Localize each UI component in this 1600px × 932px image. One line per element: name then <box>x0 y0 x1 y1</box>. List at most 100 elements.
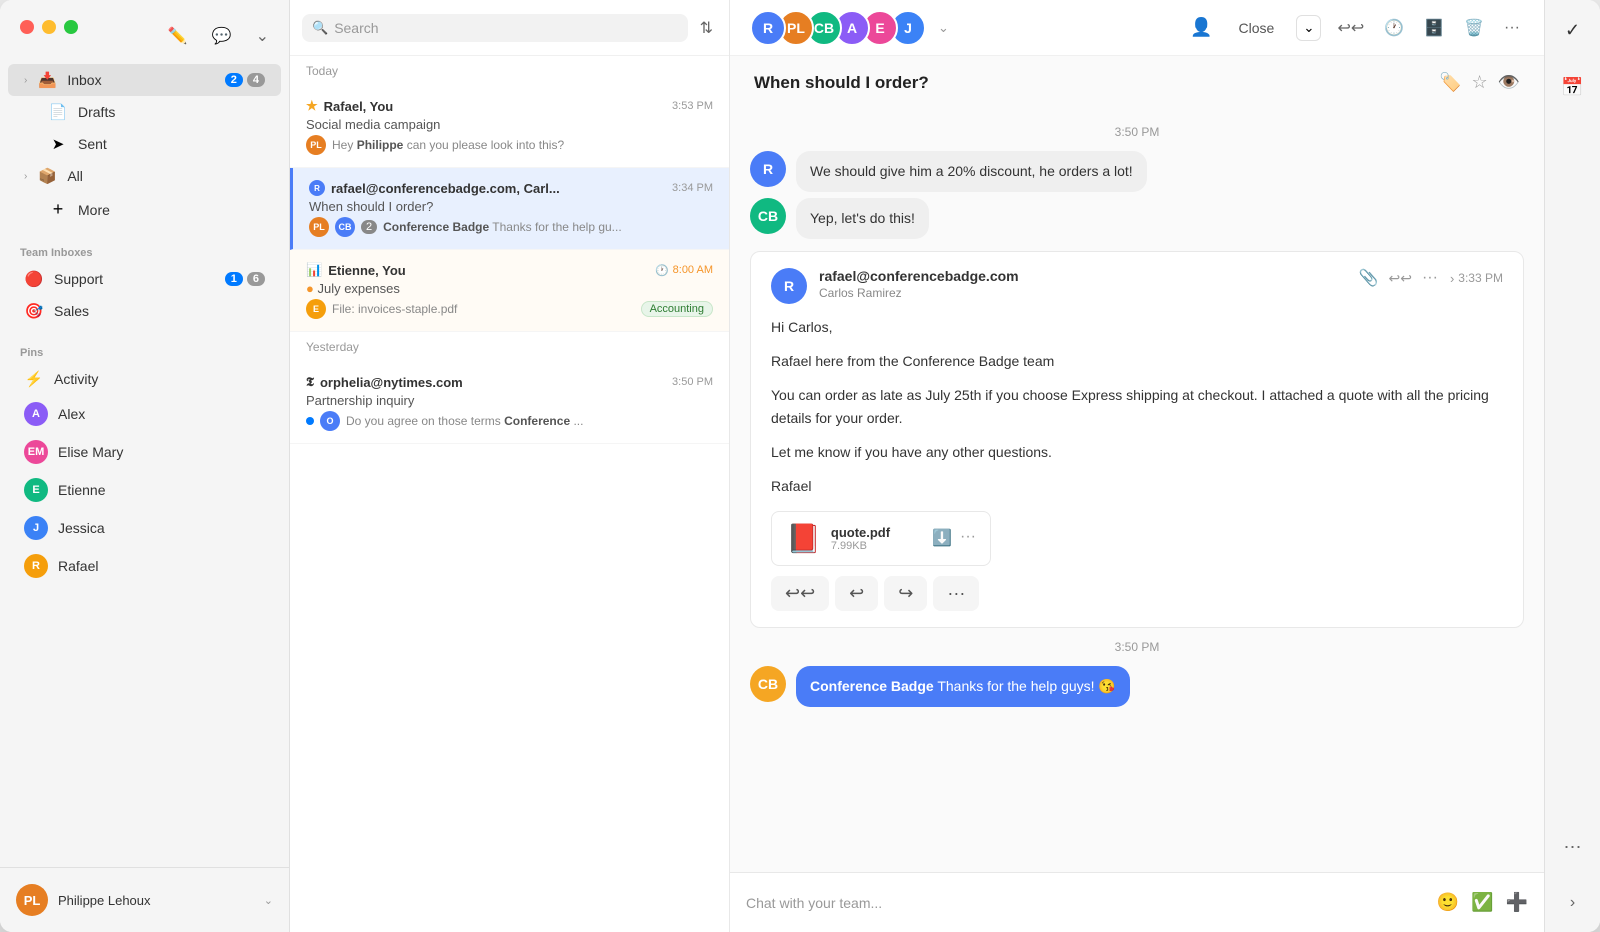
conv-item-conference[interactable]: R rafael@conferencebadge.com, Carl... 3:… <box>290 168 729 250</box>
thread-subject-bar: When should I order? 🏷️ ☆ 👁️ <box>730 56 1544 93</box>
participant-avatar-0: R <box>750 10 786 46</box>
etienne-avatar: E <box>24 478 48 502</box>
preview-text: Hey Philippe can you please look into th… <box>332 138 564 152</box>
collapse-icon[interactable]: › <box>1562 886 1583 920</box>
thread-subject: When should I order? <box>754 73 1429 93</box>
label-icon[interactable]: 🏷️ <box>1439 72 1461 93</box>
conv-subject: When should I order? <box>309 199 713 214</box>
chat-input[interactable]: Chat with your team... <box>746 895 1425 911</box>
archive-icon[interactable]: 🗄️ <box>1420 14 1448 42</box>
reply-all-button[interactable]: ↩↩ <box>771 576 829 611</box>
attachment[interactable]: 📕 quote.pdf 7.99KB ⬇️ ··· <box>771 511 991 566</box>
pin-label-activity: Activity <box>54 371 265 387</box>
support-badge-blue: 1 <box>225 272 243 286</box>
chat-icon[interactable]: 💬 <box>208 22 236 50</box>
check-circle-icon[interactable]: ✅ <box>1471 892 1493 913</box>
search-icon: 🔍 <box>312 20 328 36</box>
email-avatar: R <box>771 268 807 304</box>
conv-preview: E File: invoices-staple.pdf Accounting <box>306 299 713 319</box>
conv-item-etienne[interactable]: 📊 Etienne, You 🕐 8:00 AM ● July expenses… <box>290 250 729 332</box>
email-line-4: Let me know if you have any other questi… <box>771 441 1503 465</box>
email-more-icon[interactable]: ··· <box>1422 269 1438 287</box>
conv-preview: O Do you agree on those terms Conference… <box>306 411 713 431</box>
conv-from-label: Rafael, You <box>324 99 394 114</box>
conv-item-rafael[interactable]: ★ Rafael, You 3:53 PM Social media campa… <box>290 86 729 168</box>
conv-subject: Social media campaign <box>306 117 713 132</box>
traffic-light-yellow[interactable] <box>42 20 56 34</box>
close-button[interactable]: Close <box>1228 16 1284 40</box>
main-content: RPLCBAEJ ⌄ 👤 Close ⌄ ↩↩ 🕐 🗄️ 🗑️ ··· When… <box>730 0 1544 932</box>
traffic-light-green[interactable] <box>64 20 78 34</box>
reply-all-small-icon[interactable]: ↩↩ <box>1389 270 1412 287</box>
download-icon[interactable]: ⬇️ <box>932 528 952 548</box>
reply-all-icon[interactable]: ↩↩ <box>1333 14 1368 42</box>
email-line-2: Rafael here from the Conference Badge te… <box>771 350 1503 374</box>
sidebar-item-sent[interactable]: ➤ Sent <box>8 128 281 160</box>
sidebar-item-activity[interactable]: ⚡ Activity <box>8 363 281 395</box>
sales-icon: 🎯 <box>24 302 44 320</box>
trash-icon[interactable]: 🗑️ <box>1460 14 1488 42</box>
star-icon[interactable]: ☆ <box>1471 72 1487 93</box>
more-dots-icon[interactable]: ⋯ <box>1556 829 1590 866</box>
chevron-down-icon[interactable]: ⌄ <box>252 22 273 50</box>
conf-badge-name: Conference Badge <box>810 678 934 694</box>
preview-avatar-1: PL <box>309 217 329 237</box>
conv-time: 3:53 PM <box>672 100 713 112</box>
reply-button[interactable]: ↩ <box>835 576 878 611</box>
emoji-icon[interactable]: 🙂 <box>1437 892 1459 913</box>
sidebar-item-jessica[interactable]: J Jessica <box>8 509 281 547</box>
user-profile[interactable]: PL Philippe Lehoux ⌄ <box>0 867 289 932</box>
user-avatar: PL <box>16 884 48 916</box>
preview-text: Do you agree on those terms Conference .… <box>346 414 583 428</box>
check-icon[interactable]: ✓ <box>1557 12 1588 49</box>
filter-icon[interactable]: ⇅ <box>696 14 717 42</box>
sidebar-item-inbox[interactable]: › 📥 Inbox 2 4 <box>8 64 281 96</box>
forward-button[interactable]: ↪ <box>884 576 927 611</box>
participants-chevron[interactable]: ⌄ <box>938 20 949 36</box>
search-input[interactable]: Search <box>334 20 677 36</box>
sidebar-item-sales[interactable]: 🎯 Sales <box>8 295 281 327</box>
sidebar-item-all[interactable]: › 📦 All <box>8 160 281 192</box>
expand-chevron: › <box>1450 271 1454 286</box>
sales-label: Sales <box>54 303 265 319</box>
sidebar-item-etienne[interactable]: E Etienne <box>8 471 281 509</box>
sidebar-item-rafael[interactable]: R Rafael <box>8 547 281 585</box>
clock-icon: 🕐 <box>655 264 669 277</box>
plus-circle-icon[interactable]: ➕ <box>1506 892 1528 913</box>
plus-icon: + <box>48 199 68 220</box>
more-icon[interactable]: ··· <box>1500 15 1524 41</box>
conv-subject: Partnership inquiry <box>306 393 713 408</box>
conv-preview: PL CB 2 Conference Badge Thanks for the … <box>309 217 713 237</box>
eye-icon[interactable]: 👁️ <box>1498 72 1520 93</box>
preview-text: Conference Badge Thanks for the help gu.… <box>383 220 622 234</box>
message-row: R We should give him a 20% discount, he … <box>750 151 1524 192</box>
close-dropdown[interactable]: ⌄ <box>1296 15 1321 41</box>
sidebar-item-alex[interactable]: A Alex <box>8 395 281 433</box>
attachment-more-icon[interactable]: ··· <box>960 528 976 548</box>
sidebar-item-drafts[interactable]: 📄 Drafts <box>8 96 281 128</box>
yesterday-separator: Yesterday <box>290 332 729 362</box>
search-bar[interactable]: 🔍 Search <box>302 14 688 42</box>
calendar-icon[interactable]: 📅 <box>1553 69 1591 106</box>
support-icon: 🔴 <box>24 270 44 288</box>
sidebar-item-elise[interactable]: EM Elise Mary <box>8 433 281 471</box>
conversation-list: 🔍 Search ⇅ Today ★ Rafael, You 3:53 PM S… <box>290 0 730 932</box>
compose-icon[interactable]: ✏️ <box>164 22 192 50</box>
chat-bar: Chat with your team... 🙂 ✅ ➕ <box>730 872 1544 932</box>
all-label: All <box>67 168 265 184</box>
traffic-light-red[interactable] <box>20 20 34 34</box>
conv-item-orphelia[interactable]: 𝕿 orphelia@nytimes.com 3:50 PM Partnersh… <box>290 362 729 444</box>
inbox-badges: 2 4 <box>225 73 265 87</box>
conv-subject: ● July expenses <box>306 281 713 296</box>
more-reply-button[interactable]: ··· <box>933 576 979 611</box>
history-icon[interactable]: 🕐 <box>1380 14 1408 42</box>
time-label-bottom: 3:50 PM <box>750 640 1524 654</box>
sidebar-item-support[interactable]: 🔴 Support 1 6 <box>8 263 281 295</box>
sidebar-item-more[interactable]: + More <box>8 192 281 227</box>
pin-label-alex: Alex <box>58 406 265 422</box>
time-label-top: 3:50 PM <box>750 125 1524 139</box>
user-name: Philippe Lehoux <box>58 893 254 908</box>
team-inboxes-label: Team Inboxes <box>0 235 289 263</box>
inbox-badge-gray: 4 <box>247 73 265 87</box>
conv-time: 🕐 8:00 AM <box>655 264 713 277</box>
